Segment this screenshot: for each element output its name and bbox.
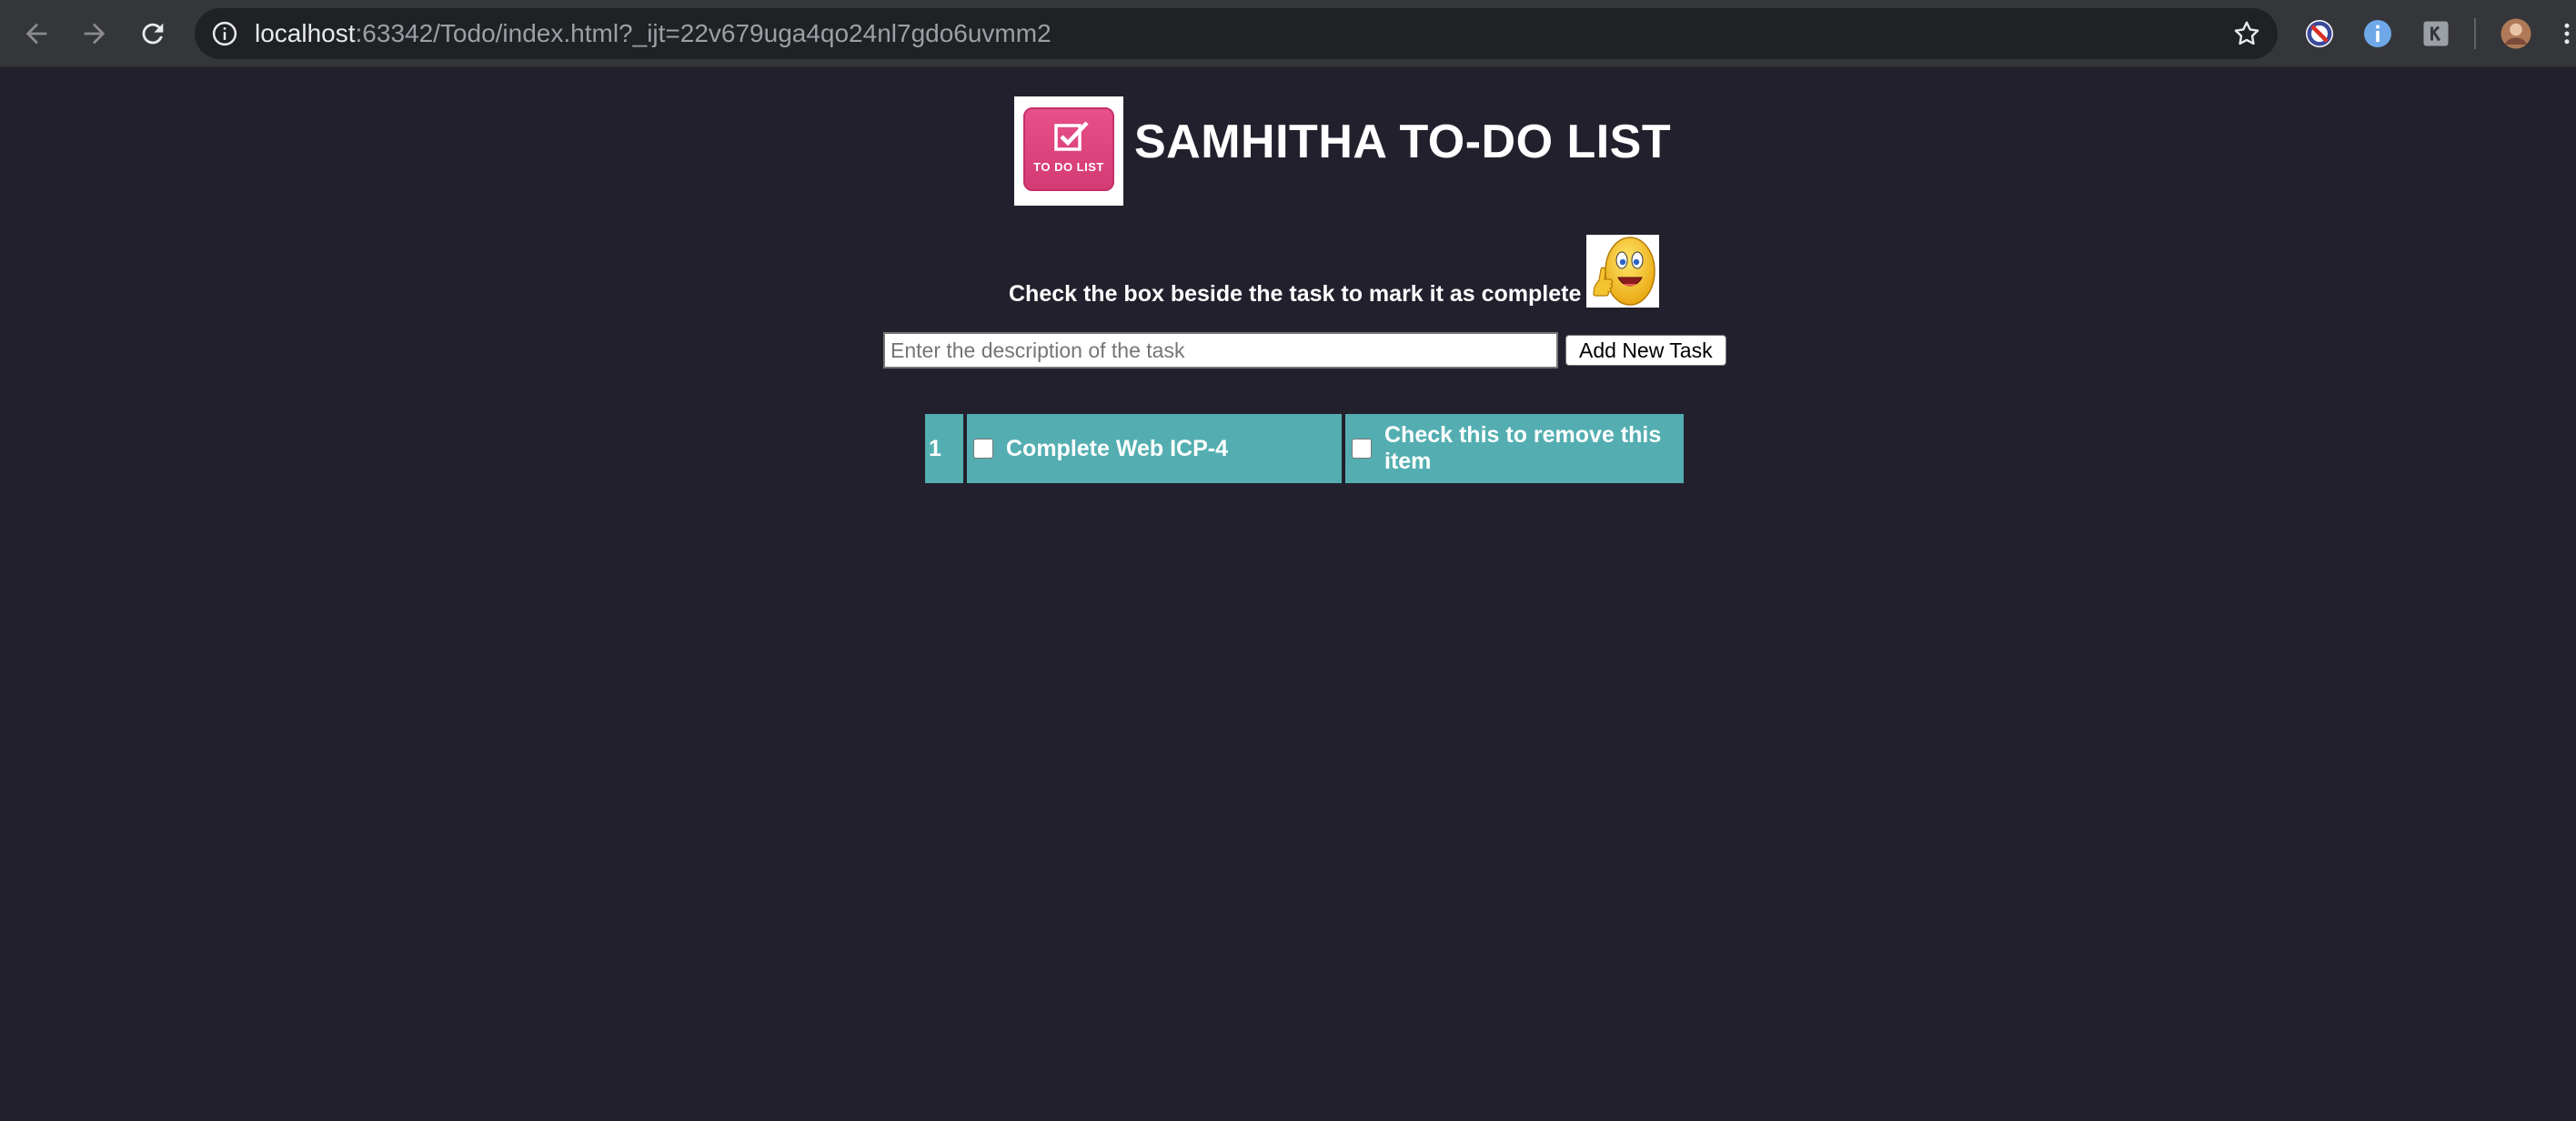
extension-k-button[interactable] [2418,15,2454,52]
add-new-task-button[interactable]: Add New Task [1565,335,1726,366]
task-description: Complete Web ICP-4 [1006,435,1229,461]
url-text[interactable]: localhost:63342/Todo/index.html?_ijt=22v… [255,8,1052,59]
task-table-row: 1 Complete Web ICP-4 Check this to remov… [925,414,1684,483]
page-header: TO DO LIST SAMHITHA TO-DO LIST [1014,96,1671,206]
reload-icon [142,23,164,45]
reload-button[interactable] [131,12,175,56]
k-icon [2423,21,2449,46]
instruction-text: Check the box beside the task to mark it… [1009,281,1582,307]
back-button[interactable] [15,12,58,56]
logo-text: TO DO LIST [1033,160,1104,174]
remove-task-checkbox[interactable] [1352,439,1372,459]
info-icon[interactable] [211,20,238,47]
logo-badge: TO DO LIST [1023,107,1114,191]
more-vert-icon [2564,23,2570,45]
task-remove-cell: Check this to remove this item [1345,414,1684,483]
page-title: SAMHITHA TO-DO LIST [1134,116,1672,168]
block-icon [2306,20,2333,47]
thumbs-up-smiley-icon [1593,237,1656,306]
remove-label: Check this to remove this item [1384,422,1662,474]
extension-info-button[interactable] [2360,15,2396,52]
toolbar-divider [2474,18,2476,49]
add-task-row: Add New Task [883,332,1726,369]
menu-button[interactable] [2558,15,2576,52]
info-circle-icon [2364,20,2391,47]
complete-task-checkbox[interactable] [973,439,993,459]
browser-toolbar: localhost:63342/Todo/index.html?_ijt=22v… [0,0,2576,67]
todo-logo: TO DO LIST [1014,96,1123,206]
url-host: localhost [255,19,356,47]
checkbox-check-icon [1054,121,1089,151]
task-description-input[interactable] [883,332,1558,369]
arrow-left-icon [25,23,47,45]
profile-avatar-button[interactable] [2498,15,2534,52]
task-number: 1 [929,435,941,461]
avatar-icon [2501,18,2531,49]
extension-blocker-button[interactable] [2301,15,2338,52]
thumbs-up-smiley-image [1586,235,1660,308]
task-description-cell: Complete Web ICP-4 [967,414,1342,483]
url-path: :63342/Todo/index.html?_ijt=22v679uga4qo… [355,19,1052,47]
address-bar[interactable]: localhost:63342/Todo/index.html?_ijt=22v… [195,8,2278,59]
task-number-cell: 1 [925,414,963,483]
arrow-right-icon [84,23,106,45]
instruction-row: Check the box beside the task to mark it… [1009,235,1660,308]
forward-button[interactable] [73,12,116,56]
star-icon[interactable] [2232,19,2261,48]
